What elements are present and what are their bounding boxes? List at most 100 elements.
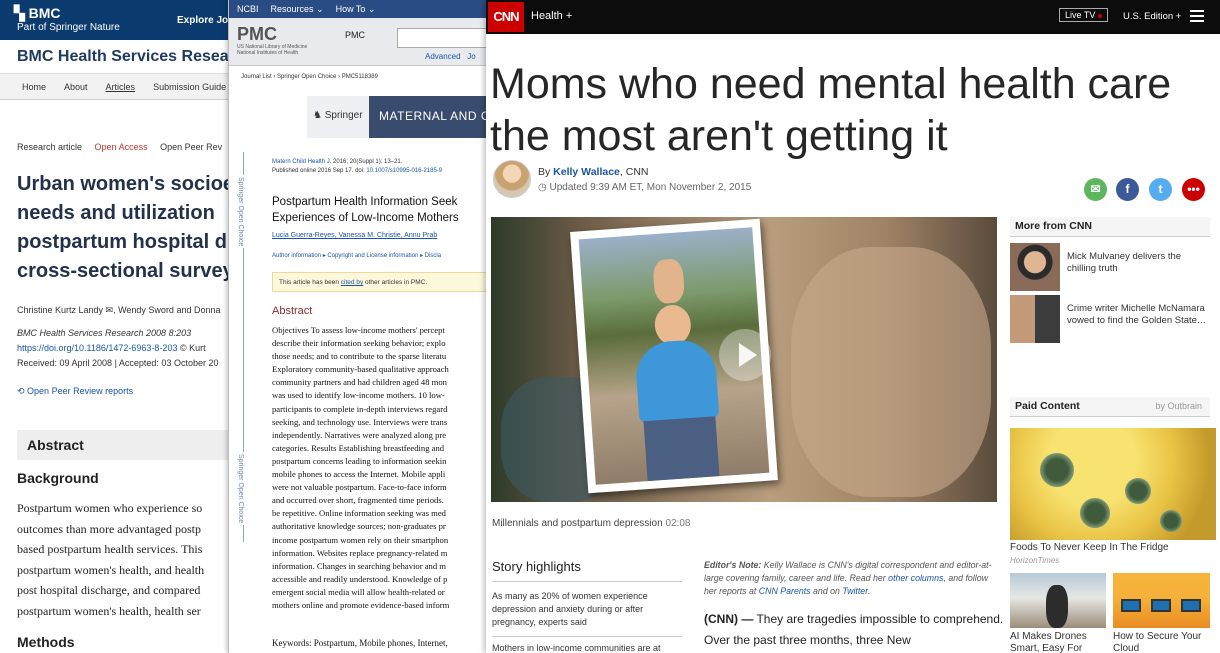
nlm-subtitle: US National Library of Medicine National …: [237, 44, 307, 56]
play-icon[interactable]: [719, 329, 771, 381]
author-info-links[interactable]: Author information ▸ Copyright and Licen…: [272, 252, 441, 259]
text-line: postpartum women's health, health ser: [17, 603, 201, 618]
divider: [492, 581, 682, 582]
abstract-line: was used to identify low-income mothers.…: [272, 390, 445, 401]
video-background-figure: [791, 247, 991, 497]
live-tv-button[interactable]: Live TV: [1059, 8, 1109, 22]
mold-spot: [1160, 510, 1182, 532]
email-share-icon[interactable]: ✉: [1084, 178, 1107, 201]
article-body: (CNN) — They are tragedies impossible to…: [704, 612, 1004, 647]
pmc-logo[interactable]: PMC: [237, 24, 277, 45]
abstract-text: Objectives To assess low-income mothers'…: [272, 324, 486, 612]
open-access-badge[interactable]: Open Access: [95, 142, 148, 152]
methods-heading: Methods: [17, 634, 75, 650]
advanced-search-link[interactable]: Advanced Jo: [425, 52, 476, 61]
journal-nav: Home About Articles Submission Guide: [0, 74, 249, 100]
background-text: Postpartum women who experience so outco…: [17, 498, 204, 621]
nav-articles[interactable]: Articles: [106, 82, 136, 99]
abstract-heading[interactable]: Abstract: [17, 430, 249, 460]
twitter-link[interactable]: Twitter: [842, 586, 867, 596]
search-input[interactable]: [397, 28, 486, 48]
title-line: needs and utilization: [17, 202, 215, 224]
author-avatar[interactable]: [493, 160, 531, 198]
twitter-share-icon[interactable]: t: [1149, 178, 1172, 201]
outbrain-logo[interactable]: by Outbrain: [1155, 401, 1202, 411]
more-from-cnn-heading: More from CNN: [1010, 217, 1210, 237]
paid-content-image[interactable]: [1010, 428, 1216, 540]
monitor-icon: [1151, 599, 1171, 612]
editors-note: Editor's Note: Kelly Wallace is CNN's di…: [704, 560, 992, 596]
abstract-line: were not valuable postpartum. Face-to-fa…: [272, 482, 447, 493]
doi-link[interactable]: https://doi.org/10.1186/1472-6963-8-203: [17, 343, 177, 353]
breadcrumb[interactable]: Journal List › Springer Open Choice › PM…: [241, 74, 378, 80]
doi-link[interactable]: 10.1007/s10995-016-2185-9: [366, 168, 442, 174]
article-meta: Research article Open Access Open Peer R…: [17, 142, 222, 152]
mold-spot: [1040, 453, 1074, 487]
headline-line: the most aren't getting it: [490, 112, 948, 160]
divider: [492, 636, 682, 637]
section-health[interactable]: Health +: [531, 10, 572, 22]
edition-selector[interactable]: U.S. Edition +: [1123, 11, 1181, 22]
mold-spot: [1080, 498, 1110, 528]
nav-submission-guide[interactable]: Submission Guide: [153, 82, 226, 99]
paid-content-title[interactable]: AI Makes Drones Smart, Easy For: [1010, 631, 1106, 653]
abstract-line: and occurred over short, fragmented time…: [272, 495, 444, 506]
bmc-logo-subtitle: Part of Springer Nature: [17, 22, 120, 33]
paid-content-image[interactable]: [1113, 573, 1210, 628]
citation-text: BMC Health Services Research 2008 8:203: [17, 328, 192, 338]
hamburger-menu-icon[interactable]: [1190, 10, 1204, 22]
title-line: cross-sectional survey: [17, 260, 234, 282]
video-player[interactable]: [491, 217, 997, 502]
advanced-label: Advanced: [425, 52, 461, 61]
more-from-cnn-item[interactable]: Mick Mulvaney delivers the chilling trut…: [1010, 243, 1210, 291]
journal-banner: ♞ Springer MATERNAL AND C: [307, 96, 486, 138]
text-line: outcomes than more advantaged postp: [17, 521, 201, 536]
resources-menu[interactable]: Resources ⌄: [271, 4, 324, 15]
cited-by-link[interactable]: cited by: [341, 279, 363, 286]
other-columns-link[interactable]: other columns: [888, 573, 943, 583]
abstract-line: authoritative knowledge sources; non-gra…: [272, 521, 446, 532]
abstract-line: emergent social media will allow health-…: [272, 586, 445, 597]
author-list[interactable]: Lucia Guerra-Reyes, Vanessa M. Christie,…: [272, 232, 437, 239]
video-caption[interactable]: Millennials and postpartum depression 02…: [492, 518, 690, 529]
nav-home[interactable]: Home: [22, 82, 46, 99]
ncbi-logo[interactable]: NCBI: [237, 4, 259, 14]
mother-shirt: [634, 338, 720, 424]
child-figure: [652, 258, 686, 305]
issue-info: 2016; 20(Suppl 1): 13–21.: [331, 159, 403, 165]
abstract-line: information. Websites replace pregnancy-…: [272, 547, 448, 558]
review-icon: ⟲: [17, 386, 28, 396]
ncbi-bar: NCBI Resources ⌄ How To ⌄: [229, 0, 486, 18]
accepted-date: Accepted: 03 October 20: [118, 358, 219, 368]
abstract-line: Objectives To assess low-income mothers'…: [272, 325, 445, 335]
paid-content-title[interactable]: Foods To Never Keep In The Fridge: [1010, 542, 1169, 553]
open-peer-review-link[interactable]: ⟲ Open Peer Review reports: [17, 386, 133, 397]
nav-about[interactable]: About: [64, 82, 88, 99]
clock-icon: ◷: [538, 182, 550, 193]
author-link[interactable]: Kelly Wallace: [553, 166, 620, 178]
article-title: Postpartum Health Information Seek Exper…: [272, 194, 486, 226]
cnn-logo[interactable]: CNN: [488, 2, 524, 32]
facebook-share-icon[interactable]: f: [1116, 178, 1139, 201]
pmc-header: PMC US National Library of Medicine Natio…: [229, 18, 486, 66]
author-list[interactable]: Christine Kurtz Landy ✉, Wendy Sword and…: [17, 305, 220, 316]
howto-menu[interactable]: How To ⌄: [336, 4, 376, 15]
mother-face: [653, 303, 693, 347]
cnn-parents-link[interactable]: CNN Parents: [759, 586, 811, 596]
mold-spot: [1125, 478, 1151, 504]
video-duration: 02:08: [665, 518, 691, 529]
bmc-logo[interactable]: ▚ BMC: [14, 5, 61, 22]
database-select[interactable]: PMC: [345, 30, 365, 40]
more-from-cnn-item[interactable]: Crime writer Michelle McNamara vowed to …: [1010, 295, 1210, 343]
nih-line: National Institutes of Health: [237, 50, 299, 56]
journal-link[interactable]: Matern Child Health J.: [272, 159, 331, 165]
more-share-icon[interactable]: •••: [1182, 178, 1205, 201]
abstract-line: information. Changes in searching behavi…: [272, 560, 446, 571]
open-peer-review-badge[interactable]: Open Peer Rev: [160, 142, 222, 152]
headline-line: Moms who need mental health care: [490, 60, 1172, 108]
paid-content-image[interactable]: [1010, 573, 1106, 628]
bmc-article-window: ▚ BMC Part of Springer Nature Explore Jo…: [0, 0, 250, 653]
paid-content-title[interactable]: How to Secure Your Cloud: [1113, 631, 1210, 653]
keywords: Keywords: Postpartum, Mobile phones, Int…: [272, 638, 448, 648]
journal-title[interactable]: BMC Health Services Resea: [0, 40, 249, 74]
